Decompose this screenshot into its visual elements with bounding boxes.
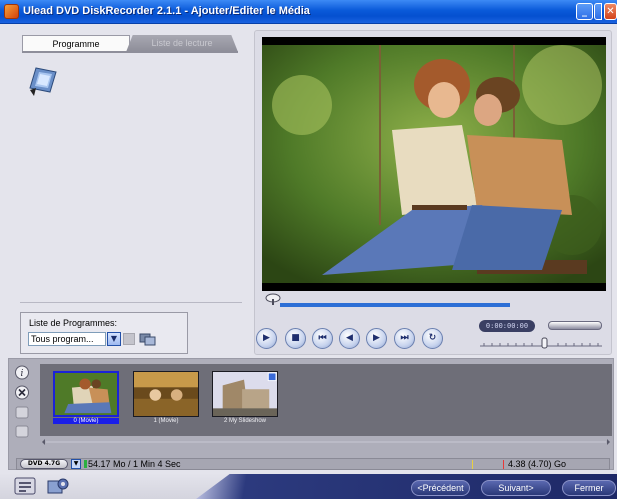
svg-text:i: i — [21, 369, 24, 379]
menu-list-icon[interactable] — [14, 477, 36, 495]
next-frame-button[interactable]: ▶ — [366, 328, 387, 349]
clip-thumbnail — [133, 371, 199, 417]
go-to-end-button[interactable]: ⏭ — [394, 328, 415, 349]
program-list-label: Liste de Programmes: — [29, 318, 118, 328]
settings-icon[interactable] — [46, 477, 70, 495]
clip-thumbnail — [53, 371, 119, 417]
capacity-limit-marker — [503, 460, 504, 469]
close-window-button[interactable]: ✕ — [604, 3, 617, 20]
program-file-icon[interactable] — [26, 64, 60, 98]
timecode-display[interactable]: 0:00:00:00 — [479, 320, 535, 332]
repeat-button[interactable]: ↻ — [422, 328, 443, 349]
video-frame-image — [262, 45, 606, 283]
jog-ruler[interactable] — [478, 337, 604, 349]
edit-icon[interactable] — [14, 405, 30, 420]
tab-liste-de-lecture[interactable]: Liste de lecture — [126, 35, 238, 52]
disc-size-selector[interactable]: DVD 4.7G — [20, 459, 68, 469]
tab-programme[interactable]: Programme — [22, 35, 130, 52]
clip-caption: 0 (Movie) — [53, 418, 119, 424]
seek-bar[interactable] — [280, 303, 510, 307]
volume-slider[interactable] — [548, 321, 602, 330]
storyboard-track — [40, 364, 612, 436]
storyboard-clip[interactable]: 0 (Movie) — [53, 371, 119, 426]
program-panel: Programme Liste de lecture — [14, 32, 242, 357]
info-icon[interactable]: i — [14, 365, 30, 380]
close-button[interactable]: Fermer — [562, 480, 616, 496]
stop-button[interactable]: ■ — [285, 328, 306, 349]
capacity-used: 54.17 Mo / 1 Min 4 Sec — [88, 459, 181, 469]
title-bar: Ulead DVD DiskRecorder 2.1.1 - Ajouter/E… — [0, 0, 617, 24]
previous-button[interactable]: <Précédent — [411, 480, 470, 496]
panel-separator — [20, 302, 242, 303]
chevron-down-icon[interactable]: ▼ — [107, 332, 121, 346]
program-list-group: Liste de Programmes: Tous program... ▼ — [20, 312, 188, 354]
capacity-fill — [84, 460, 87, 468]
tab-underline — [22, 51, 238, 53]
chapter-icon[interactable] — [14, 424, 30, 439]
minimize-button[interactable]: _ — [576, 3, 593, 20]
go-to-start-button[interactable]: ⏮ — [312, 328, 333, 349]
video-preview[interactable] — [262, 37, 606, 291]
previous-frame-button[interactable]: ◀ — [339, 328, 360, 349]
bottom-stripe — [196, 474, 617, 499]
storyboard-clip[interactable]: 1 (Movie) — [133, 371, 199, 426]
chevron-down-icon[interactable]: ▼ — [71, 459, 81, 469]
capacity-total: 4.38 (4.70) Go — [508, 459, 567, 469]
window-title: Ulead DVD DiskRecorder 2.1.1 - Ajouter/E… — [23, 5, 310, 17]
clip-thumbnail — [212, 371, 278, 417]
capacity-marker — [472, 460, 473, 469]
clip-caption: 1 (Movie) — [153, 418, 179, 424]
storyboard-clip[interactable]: 2 My Slideshow — [212, 371, 278, 426]
program-list-select[interactable]: Tous program... — [28, 332, 106, 346]
play-button[interactable]: ▶ — [256, 328, 277, 349]
program-list-button[interactable] — [123, 333, 135, 345]
storyboard-scrollbar[interactable] — [40, 438, 612, 446]
next-button[interactable]: Suivant> — [481, 480, 551, 496]
app-icon — [4, 4, 19, 19]
program-properties-icon[interactable] — [139, 332, 157, 346]
maximize-button[interactable] — [594, 3, 602, 20]
delete-icon[interactable] — [14, 385, 30, 400]
clip-caption: 2 My Slideshow — [223, 418, 267, 424]
